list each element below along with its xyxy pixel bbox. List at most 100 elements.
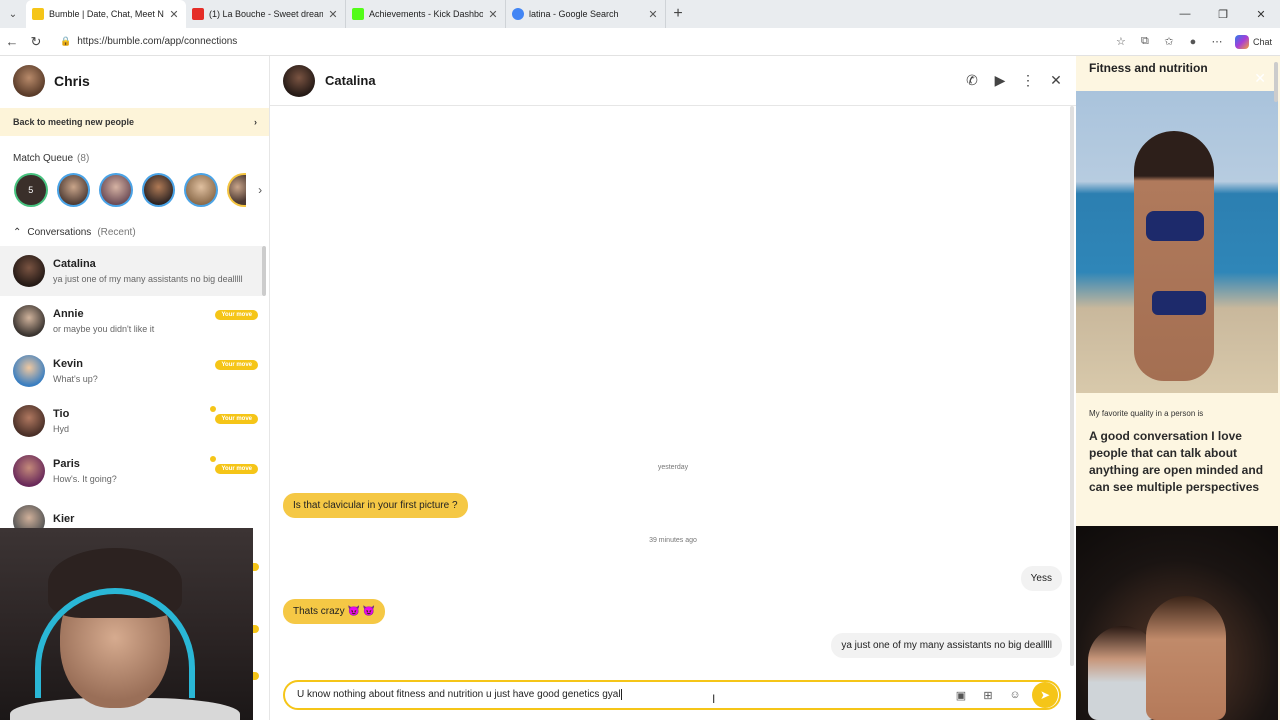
video-call-icon[interactable]: ▶ — [992, 72, 1008, 89]
browser-tab-kick[interactable]: Achievements - Kick Dashboard ✕ — [346, 0, 506, 28]
match-queue-avatar[interactable] — [226, 173, 247, 207]
browser-tab-youtube[interactable]: (1) La Bouche - Sweet dreams (Offi ✕ — [186, 0, 346, 28]
conversation-item-tio[interactable]: Tio Hyd Your move — [0, 396, 262, 446]
close-tab-icon[interactable]: ✕ — [327, 8, 339, 21]
close-chat-icon[interactable]: ✕ — [1048, 72, 1064, 89]
user-avatar[interactable] — [13, 65, 45, 97]
unread-dot — [210, 456, 216, 462]
contact-avatar[interactable] — [283, 64, 315, 97]
match-queue-avatar[interactable]: 5 — [14, 173, 48, 207]
close-tab-icon[interactable]: ✕ — [168, 8, 180, 21]
conversations-label: Conversations — [27, 227, 92, 238]
reload-icon[interactable]: ↻ — [24, 34, 48, 50]
window-controls: — ❐ ✕ — [1166, 0, 1280, 28]
image-upload-icon[interactable]: ▣ — [951, 685, 971, 705]
profile-photo-beach[interactable] — [1076, 91, 1278, 393]
user-header: Chris — [0, 56, 269, 106]
conversation-name: Kevin — [53, 358, 83, 370]
chat-label: Chat — [1252, 36, 1272, 47]
google-favicon-icon — [512, 8, 524, 20]
message-composer[interactable]: U know nothing about fitness and nutriti… — [283, 680, 1061, 710]
browser-tab-google[interactable]: latina - Google Search ✕ — [506, 0, 666, 28]
chat-scrollbar[interactable] — [1070, 106, 1074, 666]
youtube-favicon-icon — [192, 8, 204, 20]
close-tab-icon[interactable]: ✕ — [487, 8, 499, 21]
conversation-list: Catalina ya just one of my many assistant… — [0, 246, 262, 546]
profile-panel: Fitness and nutrition ✕ My favorite qual… — [1076, 56, 1280, 720]
match-queue-avatar[interactable] — [184, 173, 218, 207]
favorite-star-icon[interactable]: ☆ — [1109, 35, 1133, 48]
message-bubble-sent: ya just one of my many assistants no big… — [831, 633, 1062, 658]
profile-title: Fitness and nutrition — [1089, 61, 1208, 75]
new-tab-plus-icon[interactable]: + — [666, 0, 690, 28]
match-queue-avatar[interactable] — [141, 173, 176, 207]
conversation-item-paris[interactable]: Paris How's. It going? Your move — [0, 446, 262, 496]
conversation-scrollbar[interactable] — [262, 246, 266, 296]
url-field[interactable]: 🔒 https://bumble.com/app/connections — [54, 31, 1109, 53]
conversation-preview: What's up? — [53, 374, 98, 384]
copilot-icon — [1234, 34, 1249, 49]
tab-label: latina - Google Search — [529, 9, 619, 19]
profile-scrollbar[interactable] — [1274, 62, 1278, 102]
match-queue-heading: Match Queue (8) — [0, 153, 269, 164]
favorites-icon[interactable]: ✩ — [1157, 35, 1181, 48]
more-menu-icon[interactable]: ⋯ — [1205, 35, 1229, 48]
browser-tab-bumble[interactable]: Bumble | Date, Chat, Meet New Pe ✕ — [26, 0, 186, 28]
text-caret — [620, 689, 622, 701]
match-queue-avatar[interactable] — [56, 173, 91, 207]
conversation-item-annie[interactable]: Annie or maybe you didn't like it Your mo… — [0, 296, 262, 346]
conversation-name: Tio — [53, 408, 70, 420]
conversation-name: Paris — [53, 458, 80, 470]
back-label: Back to meeting new people — [13, 117, 135, 127]
minimize-icon[interactable]: — — [1166, 0, 1204, 28]
profile-photo-friends[interactable] — [1076, 526, 1278, 720]
avatar — [13, 355, 45, 387]
send-icon[interactable]: ➤ — [1032, 682, 1058, 708]
your-move-badge: Your move — [215, 464, 258, 474]
conversation-item-catalina[interactable]: Catalina ya just one of my many assistant… — [0, 246, 262, 296]
conversation-name: Catalina — [53, 258, 96, 270]
chat-header: Catalina ✆ ▶ ⋮ ✕ — [270, 56, 1076, 106]
profile-prompt-answer: A good conversation I love people that c… — [1089, 429, 1264, 494]
photo-subject — [1146, 596, 1226, 720]
address-bar-icons: ☆ ⧉ ✩ ● ⋯ Chat — [1109, 34, 1280, 49]
extensions-icon[interactable]: ⧉ — [1133, 35, 1157, 48]
conversation-name: Kier — [53, 513, 75, 525]
queue-next-chevron-icon[interactable]: › — [251, 183, 269, 197]
message-input[interactable]: U know nothing about fitness and nutriti… — [297, 689, 951, 701]
match-queue-label: Match Queue — [13, 153, 74, 164]
conversations-heading[interactable]: ⌃ Conversations (Recent) — [0, 227, 269, 238]
back-arrow-icon[interactable]: ← — [0, 34, 24, 49]
back-to-meeting-button[interactable]: Back to meeting new people › — [0, 108, 269, 136]
chat-panel: Catalina ✆ ▶ ⋮ ✕ yesterday Is that clavi… — [270, 56, 1076, 720]
match-queue-avatar[interactable] — [99, 173, 133, 207]
mouse-ibeam-cursor-icon: I — [712, 692, 716, 706]
message-input-text: U know nothing about fitness and nutriti… — [297, 689, 621, 701]
timestamp: 39 minutes ago — [649, 537, 697, 544]
kick-favicon-icon — [352, 8, 364, 20]
close-tab-icon[interactable]: ✕ — [647, 8, 659, 21]
profile-avatar-icon[interactable]: ● — [1181, 36, 1205, 48]
tab-list-chevron-icon[interactable]: ⌄ — [0, 0, 26, 28]
tab-label: (1) La Bouche - Sweet dreams (Offi — [209, 9, 323, 19]
emoji-icon[interactable]: ☺ — [1005, 685, 1025, 705]
conversation-preview: Hyd — [53, 424, 70, 434]
conversation-item-kevin[interactable]: Kevin What's up? Your move — [0, 346, 262, 396]
copilot-chat-button[interactable]: Chat — [1229, 34, 1272, 49]
restore-icon[interactable]: ❐ — [1204, 0, 1242, 28]
close-window-icon[interactable]: ✕ — [1242, 0, 1280, 28]
photo-subject — [1134, 131, 1214, 381]
avatar — [13, 455, 45, 487]
queue-count-badge: 5 — [28, 185, 34, 195]
gif-icon[interactable]: ⊞ — [978, 685, 998, 705]
lock-icon: 🔒 — [60, 36, 72, 46]
address-bar-row: ← ↻ 🔒 https://bumble.com/app/connections… — [0, 28, 1280, 56]
more-options-icon[interactable]: ⋮ — [1020, 72, 1036, 89]
match-queue: 5 › — [0, 173, 269, 207]
conversations-sub: (Recent) — [97, 227, 136, 238]
your-move-badge: Your move — [215, 360, 258, 370]
webcam-overlay — [0, 528, 253, 720]
phone-icon[interactable]: ✆ — [964, 72, 980, 89]
photo-swimsuit-bottom — [1152, 291, 1206, 315]
close-profile-icon[interactable]: ✕ — [1254, 70, 1266, 87]
